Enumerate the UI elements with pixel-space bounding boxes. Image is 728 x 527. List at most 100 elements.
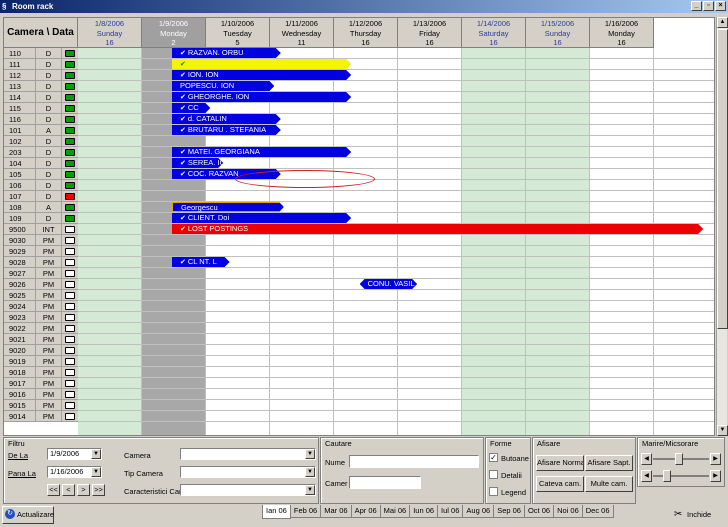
tab-month[interactable]: Feb 06 [289,505,322,518]
booking-bar[interactable]: Georgescu [172,202,284,212]
booking-bar[interactable]: ✔ ION. ION [172,70,351,80]
room-header[interactable]: 9025 PM [4,290,78,301]
room-header[interactable]: 116 D [4,114,78,125]
chevron-down-icon[interactable]: ▼ [91,449,101,459]
arrow-right-icon[interactable]: ▶ [710,453,721,465]
room-header[interactable]: 9018 PM [4,367,78,378]
chevron-down-icon[interactable]: ▼ [91,467,101,477]
chevron-down-icon[interactable]: ▼ [305,449,315,459]
room-header[interactable]: 107 D [4,191,78,202]
date-header[interactable]: 1/11/2006 Wednesday 11 [270,18,334,48]
chevron-down-icon[interactable]: ▼ [305,467,315,477]
zoom-slider-vertical[interactable]: ◀ ▶ [641,470,721,482]
room-header[interactable]: 9014 PM [4,411,78,422]
tab-month[interactable]: Iul 06 [437,505,464,518]
tab-month[interactable]: Mar 06 [320,505,352,518]
room-header[interactable]: 9015 PM [4,400,78,411]
room-header[interactable]: 9027 PM [4,268,78,279]
close-window-button[interactable]: × [715,1,726,11]
afisare-normal-button[interactable]: Afisare Normal [536,455,584,471]
cateva-cam-button[interactable]: Cateva cam. [536,476,584,492]
date-header[interactable]: 1/13/2006 Friday 16 [398,18,462,48]
room-header[interactable]: 106 D [4,180,78,191]
booking-bar[interactable]: ✔ RAZVAN. ORBU [172,48,281,58]
tab-month[interactable]: Sep 06 [493,505,525,518]
tab-month[interactable]: Iun 06 [409,505,439,518]
maximize-button[interactable]: ▫ [703,1,714,11]
zoom-slider-horizontal[interactable]: ◀ ▶ [641,453,721,465]
next-page-button[interactable]: > [77,484,90,496]
room-header[interactable]: 9026 PM [4,279,78,290]
arrow-left-icon[interactable]: ◀ [641,470,652,482]
last-page-button[interactable]: >> [92,484,105,496]
room-header[interactable]: 9022 PM [4,323,78,334]
room-header[interactable]: 9030 PM [4,235,78,246]
date-header[interactable]: 1/9/2006 Monday 2 [142,18,206,48]
room-header[interactable]: 9020 PM [4,345,78,356]
booking-bar[interactable]: ✔ CLIENT. Doi [172,213,351,223]
room-header[interactable]: 105 D [4,169,78,180]
legend-checkbox[interactable] [489,487,498,496]
camera-search-input[interactable] [349,476,421,489]
multe-cam-button[interactable]: Multe cam. [585,476,633,492]
room-header[interactable]: 115 D [4,103,78,114]
tab-month[interactable]: Oct 06 [523,505,555,518]
room-header[interactable]: 9029 PM [4,246,78,257]
tip-camera-select[interactable]: ▼ [180,466,316,478]
room-header[interactable]: 113 D [4,81,78,92]
arrow-left-icon[interactable]: ◀ [641,453,652,465]
minimize-button[interactable]: _ [691,1,702,11]
zoom-knob-vertical[interactable] [662,470,671,482]
scroll-down-arrow-icon[interactable]: ▼ [717,425,728,436]
room-header[interactable]: 9016 PM [4,389,78,400]
first-page-button[interactable]: << [47,484,60,496]
room-header[interactable]: 203 D [4,147,78,158]
tab-month[interactable]: Ian 06 [262,505,291,519]
scroll-thumb[interactable] [717,29,728,329]
room-header[interactable]: 111 D [4,59,78,70]
room-rack-grid[interactable]: Camera \ Data 1/8/2006 Sunday 16 1/9/2006 Mo… [3,17,715,436]
nume-input[interactable] [349,455,479,468]
zoom-knob-horizontal[interactable] [674,453,683,465]
room-header[interactable]: 9500 INT [4,224,78,235]
vertical-scrollbar[interactable]: ▲ ▼ [716,17,728,436]
tab-month[interactable]: Noi 06 [553,505,583,518]
booking-bar[interactable]: ✔ LOST POSTINGS [172,224,703,234]
date-header[interactable]: 1/14/2006 Saturday 16 [462,18,526,48]
tab-month[interactable]: Aug 06 [462,505,495,518]
room-header[interactable]: 112 D [4,70,78,81]
room-header[interactable]: 108 A [4,202,78,213]
booking-bar[interactable]: ✔ CL NT. L [172,257,230,267]
booking-bar[interactable]: CONU. VASIL [360,279,418,289]
tab-month[interactable]: Mai 06 [379,505,411,518]
close-button[interactable]: ✂ Inchide [668,506,724,524]
chevron-down-icon[interactable]: ▼ [305,485,315,495]
room-header[interactable]: 102 D [4,136,78,147]
arrow-right-icon[interactable]: ▶ [710,470,721,482]
booking-bar[interactable]: ✔ d. CATALIN [172,114,281,124]
room-header[interactable]: 109 D [4,213,78,224]
caracteristici-select[interactable]: ▼ [180,484,316,496]
tab-month[interactable]: Dec 06 [581,505,614,518]
pana-la-date-field[interactable]: 1/16/2006 ▼ [47,466,102,478]
detalii-checkbox[interactable] [489,470,498,479]
room-header[interactable]: 9024 PM [4,301,78,312]
butoane-checkbox[interactable]: ✓ [489,453,498,462]
booking-bar[interactable]: POPESCU. ION [172,81,274,91]
room-header[interactable]: 104 D [4,158,78,169]
scroll-up-arrow-icon[interactable]: ▲ [717,17,728,28]
camera-select[interactable]: ▼ [180,448,316,460]
date-header[interactable]: 1/16/2006 Monday 16 [590,18,654,48]
room-header[interactable]: 9019 PM [4,356,78,367]
room-header[interactable]: 9017 PM [4,378,78,389]
tab-month[interactable]: Apr 06 [350,505,381,518]
date-header[interactable]: 1/12/2006 Thursday 16 [334,18,398,48]
afisare-sapt-button[interactable]: Afisare Sapt. [585,455,633,471]
date-header[interactable]: 1/15/2006 Sunday 16 [526,18,590,48]
room-header[interactable]: 9023 PM [4,312,78,323]
booking-bar[interactable]: ✔ GHEORGHE. ION [172,92,351,102]
room-header[interactable]: 101 A [4,125,78,136]
room-header[interactable]: 9028 PM [4,257,78,268]
booking-bar[interactable]: ✔ MATEI. GEORGIANA [172,147,351,157]
booking-bar[interactable]: ✔ BRUTARU . STEFANIA [172,125,281,135]
